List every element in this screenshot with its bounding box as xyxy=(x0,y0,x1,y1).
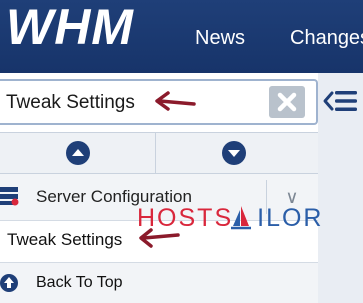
chevron-up-circle-icon xyxy=(65,141,90,165)
watermark-part1: HOSTS xyxy=(137,204,234,232)
nav-changes[interactable]: Changes xyxy=(290,27,363,50)
x-icon xyxy=(277,92,297,112)
back-to-top-label: Back To Top xyxy=(36,274,123,291)
annotation-arrow xyxy=(155,91,196,111)
whm-logo[interactable]: WHM xyxy=(4,0,172,58)
collapse-menu-icon xyxy=(323,91,357,111)
sail-icon xyxy=(231,206,251,230)
top-header: WHM News Changes xyxy=(0,0,363,73)
search-input[interactable] xyxy=(6,89,266,117)
menu-item-label: Tweak Settings xyxy=(7,230,123,249)
logo-text: WHM xyxy=(6,0,134,55)
collapse-menu-button[interactable] xyxy=(322,84,360,118)
nav-news[interactable]: News xyxy=(195,27,245,50)
back-to-top-button[interactable]: Back To Top xyxy=(0,262,318,303)
arrow-up-circle-icon xyxy=(0,274,18,292)
scroll-down-button[interactable] xyxy=(156,133,311,173)
scroll-up-button[interactable] xyxy=(0,133,156,173)
clear-search-button[interactable] xyxy=(269,86,305,118)
server-config-icon xyxy=(0,187,19,206)
scroll-controls xyxy=(0,132,318,174)
chevron-down-circle-icon xyxy=(221,141,246,165)
watermark-part2: ILOR xyxy=(257,204,324,232)
